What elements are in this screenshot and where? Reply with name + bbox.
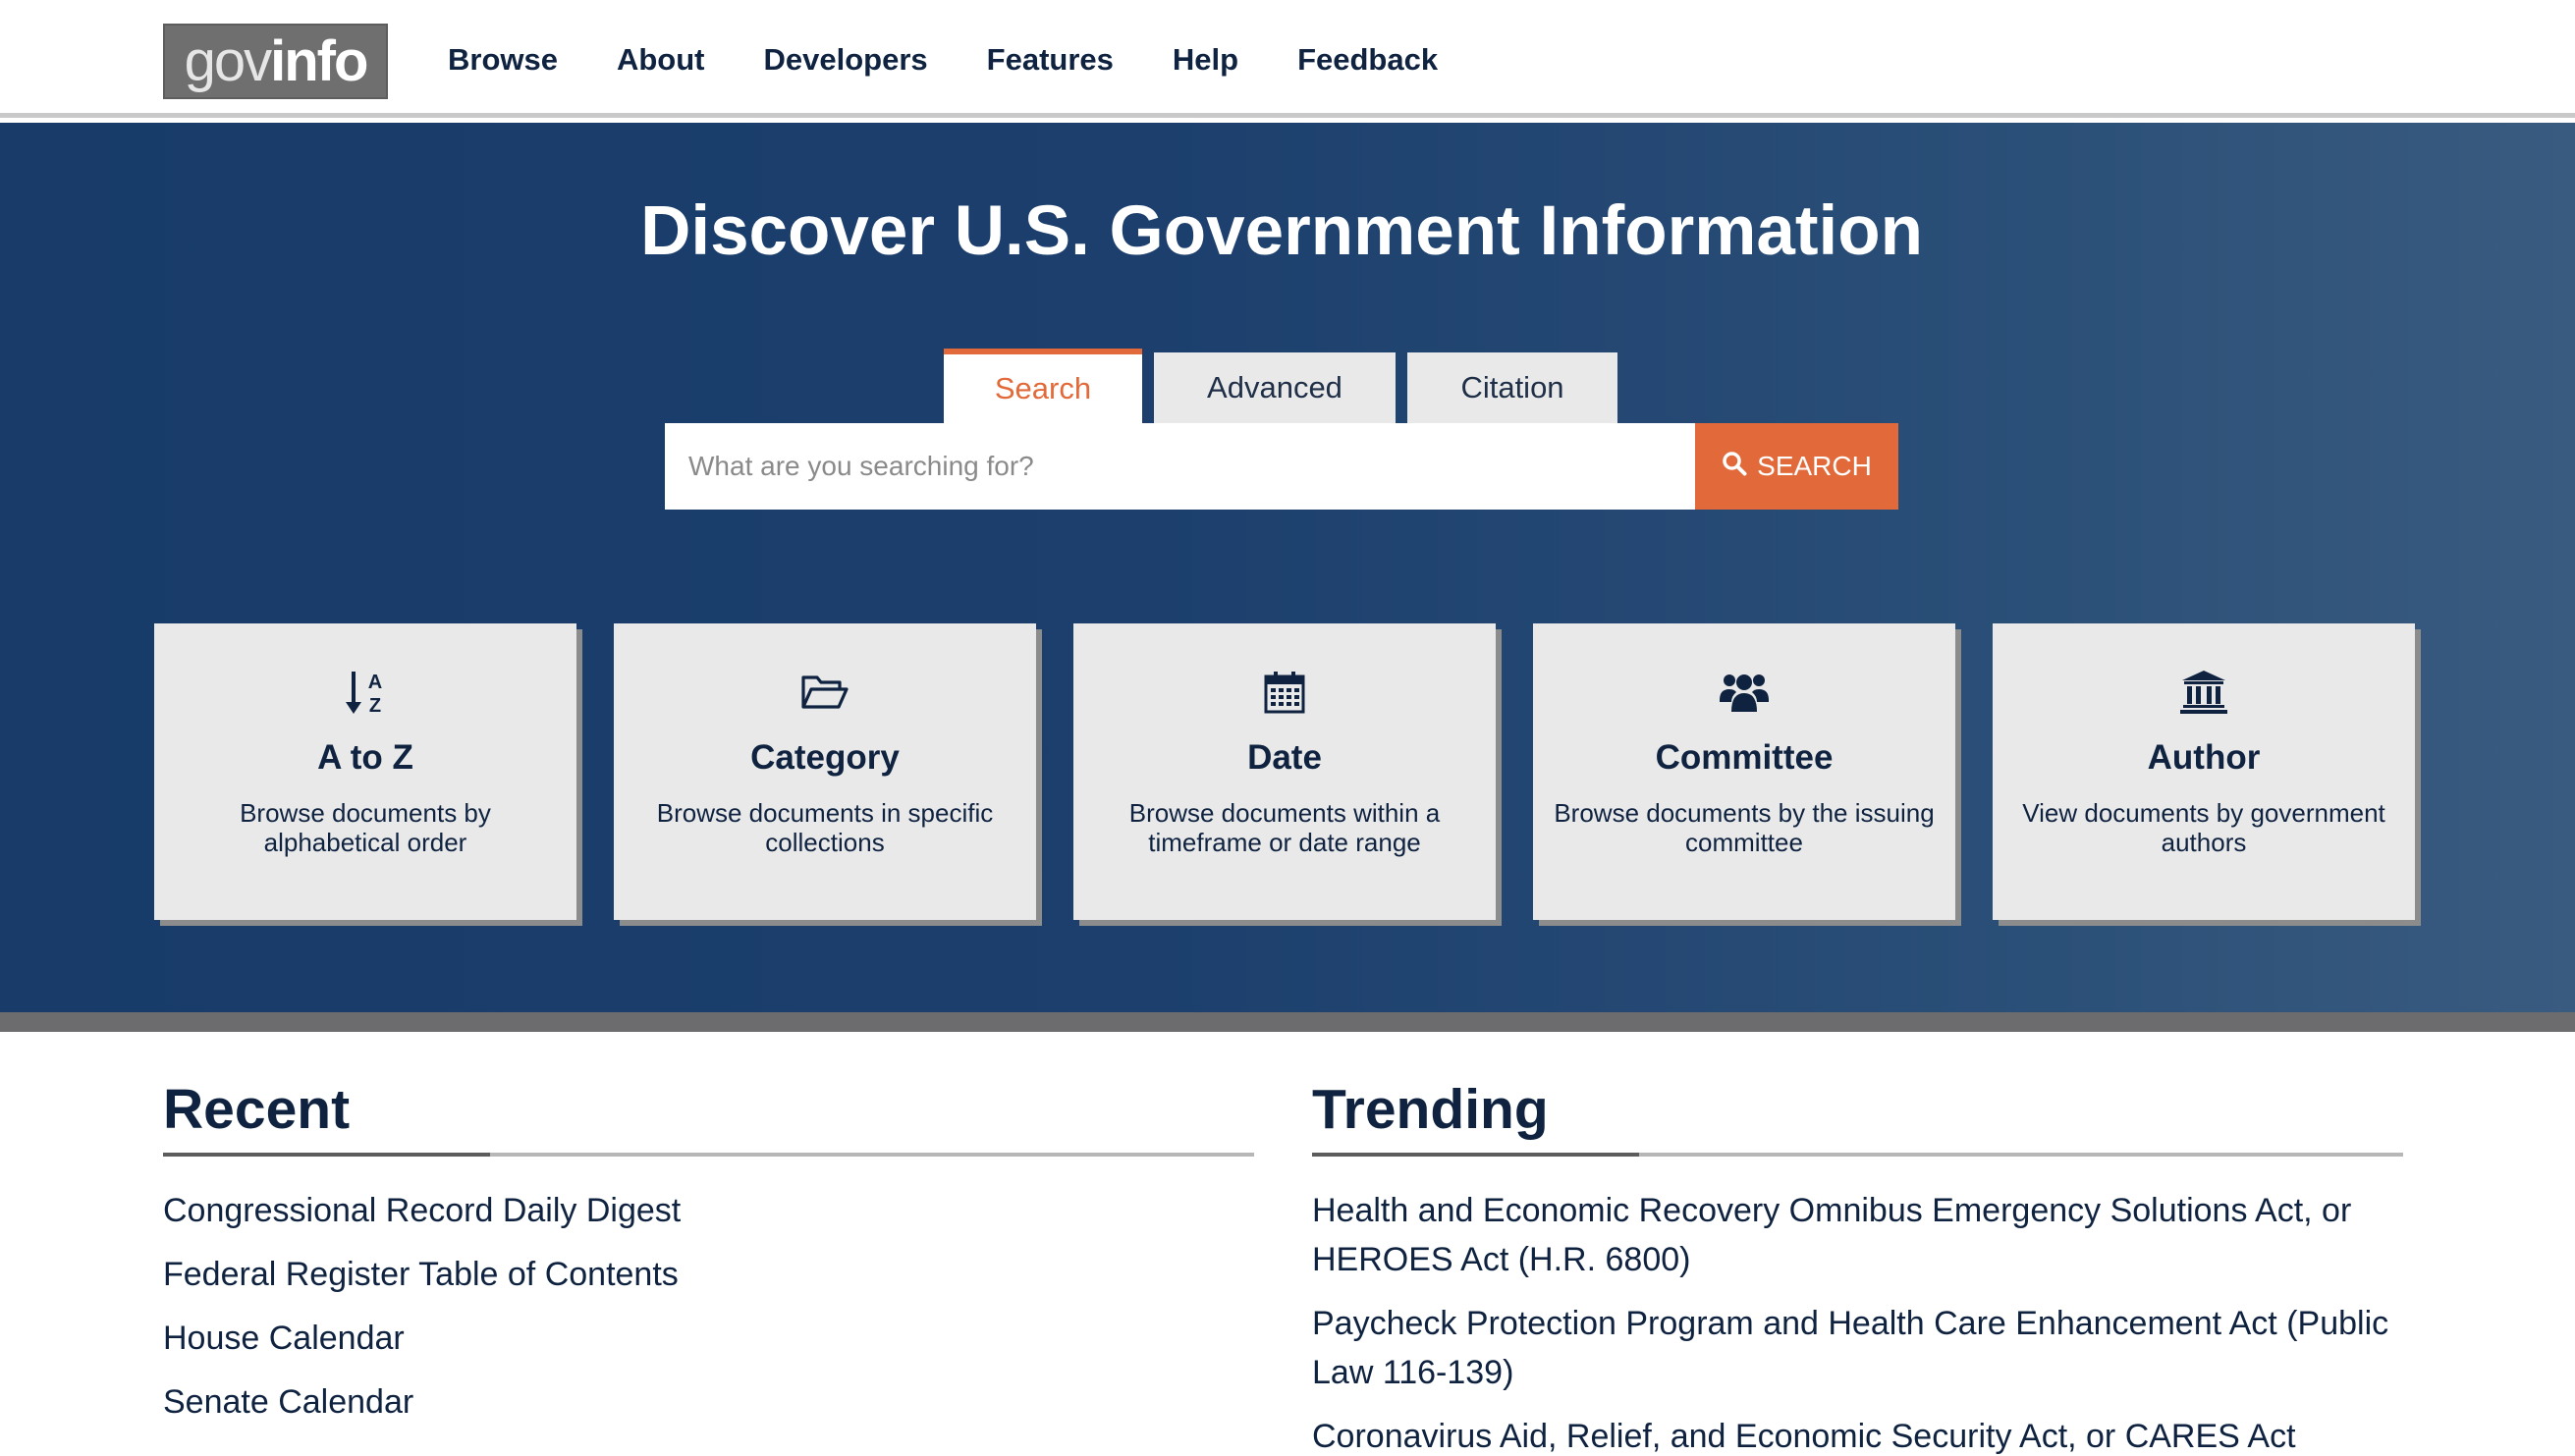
hero-title: Discover U.S. Government Information xyxy=(640,192,1923,270)
users-icon xyxy=(1533,669,1955,716)
search-button[interactable]: SEARCH xyxy=(1695,423,1898,510)
card-title: A to Z xyxy=(317,738,413,777)
logo-gov-text: gov xyxy=(184,28,273,93)
nav-browse[interactable]: Browse xyxy=(448,41,558,78)
folder-open-icon xyxy=(614,669,1036,716)
svg-text:A: A xyxy=(368,672,382,693)
tab-citation[interactable]: Citation xyxy=(1407,352,1617,423)
trending-item[interactable]: Paycheck Protection Program and Health C… xyxy=(1312,1299,2403,1397)
card-committee[interactable]: Committee Browse documents by the issuin… xyxy=(1533,623,1955,920)
card-category[interactable]: Category Browse documents in specific co… xyxy=(614,623,1036,920)
trending-item[interactable]: Health and Economic Recovery Omnibus Eme… xyxy=(1312,1186,2403,1284)
nav-features[interactable]: Features xyxy=(987,41,1114,78)
trending-section: Trending Health and Economic Recovery Om… xyxy=(1312,1070,2403,1456)
card-a-to-z[interactable]: A Z A to Z Browse documents by alphabeti… xyxy=(154,623,576,920)
recent-item[interactable]: Senate Calendar xyxy=(163,1377,1254,1427)
nav-developers[interactable]: Developers xyxy=(764,41,928,78)
recent-item[interactable]: Congressional Record Daily Digest xyxy=(163,1186,1254,1235)
card-description: Browse documents within a timeframe or d… xyxy=(1128,798,1441,857)
card-title: Committee xyxy=(1655,738,1834,777)
recent-item[interactable]: Federal Register Table of Contents xyxy=(163,1250,1254,1299)
card-description: View documents by government authors xyxy=(2022,798,2385,857)
search-icon xyxy=(1722,451,1747,483)
nav-about[interactable]: About xyxy=(617,41,705,78)
tab-search[interactable]: Search xyxy=(944,349,1142,423)
recent-heading: Recent xyxy=(163,1078,351,1141)
top-navbar: gov info Browse About Developers Features… xyxy=(0,0,2575,118)
tab-advanced[interactable]: Advanced xyxy=(1154,352,1396,423)
trending-item[interactable]: Coronavirus Aid, Relief, and Economic Se… xyxy=(1312,1412,2403,1456)
svg-text:Z: Z xyxy=(369,695,381,716)
trending-heading: Trending xyxy=(1312,1078,1549,1141)
government-building-icon xyxy=(1993,669,2415,716)
card-description: Browse documents by alphabetical order xyxy=(240,798,491,857)
main-nav: Browse About Developers Features Help Fe… xyxy=(448,41,1438,78)
govinfo-logo[interactable]: gov info xyxy=(163,24,388,99)
logo-info-text: info xyxy=(270,28,368,93)
search-button-label: SEARCH xyxy=(1757,451,1872,481)
card-description: Browse documents by the issuing committe… xyxy=(1554,798,1935,857)
recent-item[interactable]: House Calendar xyxy=(163,1314,1254,1363)
search-input[interactable] xyxy=(665,423,1695,510)
trending-divider xyxy=(1312,1153,2403,1157)
card-title: Date xyxy=(1247,738,1322,777)
calendar-icon xyxy=(1073,669,1496,716)
trending-list: Health and Economic Recovery Omnibus Eme… xyxy=(1312,1186,2403,1456)
recent-section: Recent Congressional Record Daily Digest… xyxy=(163,1070,1254,1441)
card-author[interactable]: Author View documents by government auth… xyxy=(1993,623,2415,920)
hero-bottom-bar xyxy=(0,1012,2575,1032)
card-title: Category xyxy=(750,738,900,777)
card-date[interactable]: Date Browse documents within a timeframe… xyxy=(1073,623,1496,920)
recent-divider xyxy=(163,1153,1254,1157)
recent-list: Congressional Record Daily Digest Federa… xyxy=(163,1186,1254,1427)
card-title: Author xyxy=(2147,738,2261,777)
nav-help[interactable]: Help xyxy=(1173,41,1238,78)
sort-alpha-icon: A Z xyxy=(154,669,576,716)
card-description: Browse documents in specific collections xyxy=(656,798,994,857)
nav-feedback[interactable]: Feedback xyxy=(1297,41,1438,78)
